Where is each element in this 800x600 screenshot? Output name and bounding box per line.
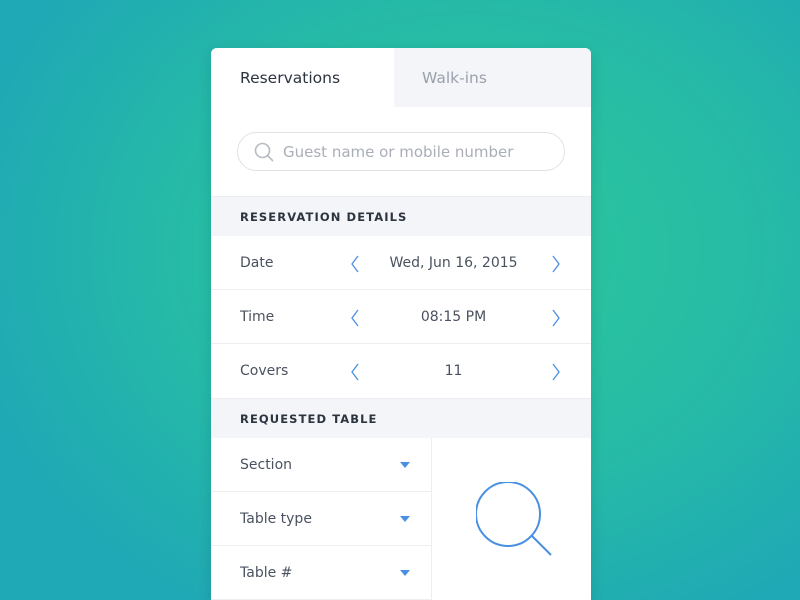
reservation-details-list: Date Wed, Jun 16, 2015 Time 08:15 PM Cov…	[211, 236, 591, 398]
section-dropdown-label: Section	[240, 456, 293, 473]
time-value: 08:15 PM	[420, 308, 487, 325]
reservation-card: Reservations Walk-ins RESERVATION DETAIL…	[211, 48, 591, 600]
time-row: Time 08:15 PM	[211, 290, 591, 344]
chevron-left-icon[interactable]	[350, 309, 360, 327]
search-area	[211, 107, 591, 196]
requested-table-panel: Section Table type Table #	[211, 438, 591, 600]
covers-label: Covers	[240, 363, 289, 379]
caret-down-icon	[400, 570, 410, 576]
time-label: Time	[240, 308, 275, 325]
magnifier-icon	[476, 482, 552, 556]
chevron-left-icon[interactable]	[350, 363, 360, 381]
chevron-right-icon[interactable]	[551, 363, 561, 381]
section-dropdown[interactable]: Section	[211, 438, 431, 492]
chevron-left-icon[interactable]	[350, 255, 360, 273]
caret-down-icon	[400, 516, 410, 522]
table-type-dropdown-label: Table type	[240, 510, 312, 527]
search-icon	[254, 142, 274, 161]
table-type-dropdown[interactable]: Table type	[211, 492, 431, 546]
search-box[interactable]	[237, 132, 565, 171]
table-preview	[432, 438, 591, 600]
caret-down-icon	[400, 462, 410, 468]
date-label: Date	[240, 254, 274, 271]
date-row: Date Wed, Jun 16, 2015	[211, 236, 591, 290]
covers-row: Covers 11	[211, 344, 591, 398]
tab-walk-ins[interactable]: Walk-ins	[394, 48, 591, 107]
chevron-right-icon[interactable]	[551, 255, 561, 273]
covers-value: 11	[444, 363, 463, 379]
tab-reservations[interactable]: Reservations	[211, 48, 394, 107]
tab-bar: Reservations Walk-ins	[211, 48, 591, 107]
requested-table-header: REQUESTED TABLE	[211, 398, 591, 438]
guest-search-input[interactable]	[283, 142, 543, 161]
date-value: Wed, Jun 16, 2015	[389, 254, 518, 271]
table-number-dropdown-label: Table #	[240, 564, 293, 581]
reservation-details-header: RESERVATION DETAILS	[211, 196, 591, 236]
chevron-right-icon[interactable]	[551, 309, 561, 327]
table-number-dropdown[interactable]: Table #	[211, 546, 431, 600]
table-dropdowns: Section Table type Table #	[211, 438, 432, 600]
